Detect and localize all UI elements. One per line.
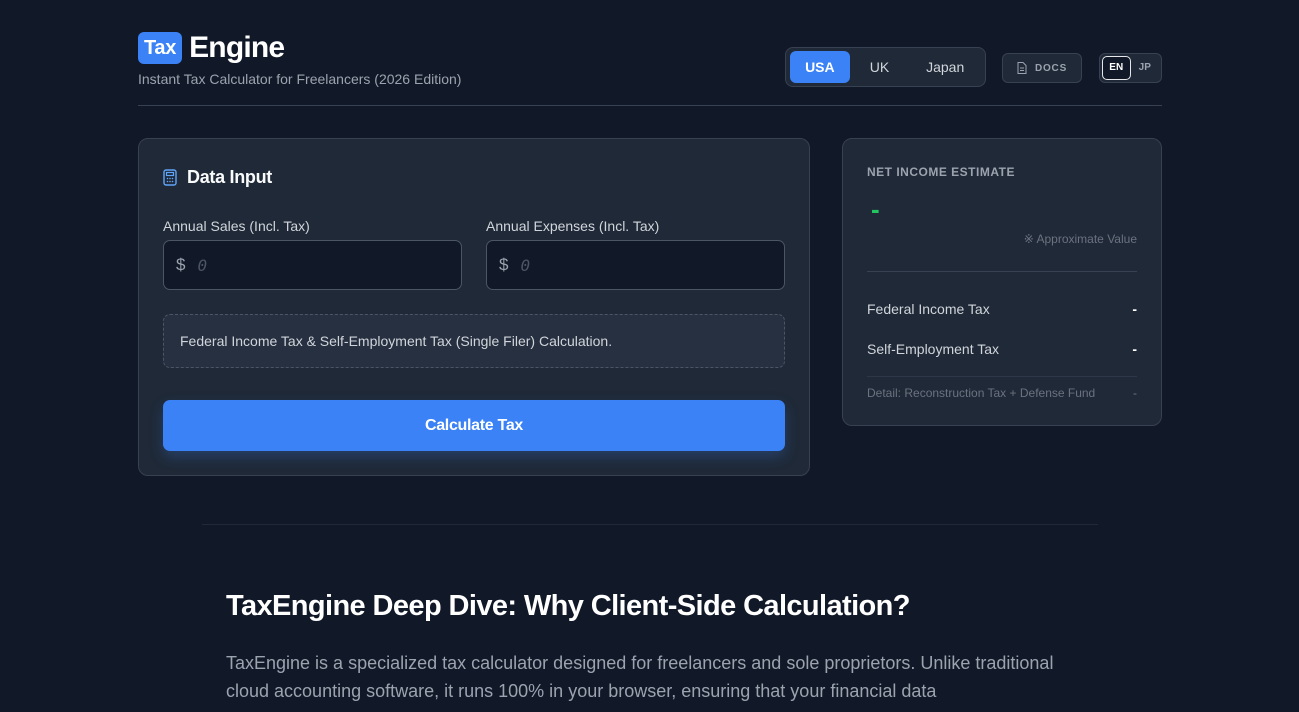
language-jp-button[interactable]: JP [1131, 56, 1159, 80]
header: Tax Engine Instant Tax Calculator for Fr… [138, 0, 1162, 106]
expenses-label: Annual Expenses (Incl. Tax) [486, 218, 660, 234]
detail-value: - [1133, 386, 1137, 400]
result-divider [867, 271, 1137, 272]
language-en-button[interactable]: EN [1102, 56, 1131, 80]
self-employment-tax-value: - [1132, 341, 1137, 357]
sales-label: Annual Sales (Incl. Tax) [163, 218, 310, 234]
calculator-icon [163, 169, 177, 186]
article-body: TaxEngine is a specialized tax calculato… [226, 653, 1054, 701]
data-input-card: Data Input Annual Sales (Incl. Tax) Annu… [138, 138, 810, 476]
country-uk-button[interactable]: UK [850, 51, 910, 83]
calculation-note: Federal Income Tax & Self-Employment Tax… [163, 314, 785, 368]
sales-input[interactable] [195, 254, 440, 276]
calculate-tax-button[interactable]: Calculate Tax [163, 400, 785, 451]
self-employment-tax-label: Self-Employment Tax [867, 341, 1000, 357]
language-selector: EN JP [1099, 53, 1162, 83]
expenses-currency-symbol: $ [499, 255, 509, 274]
sales-field: $ [163, 240, 462, 290]
country-usa-button[interactable]: USA [790, 51, 850, 83]
detail-row: Detail: Reconstruction Tax + Defense Fun… [867, 386, 1137, 400]
federal-income-tax-row: Federal Income Tax - [867, 301, 1137, 317]
docs-button[interactable]: DOCS [1002, 53, 1082, 83]
sales-currency-symbol: $ [176, 255, 186, 274]
approximate-value-note: ※ Approximate Value [1023, 232, 1137, 246]
card-title-text: Data Input [187, 167, 272, 187]
country-japan-button[interactable]: Japan [909, 51, 981, 83]
brand-badge: Tax [138, 32, 183, 64]
net-income-value: - [871, 194, 880, 224]
section-divider [202, 524, 1098, 525]
net-income-card: NET INCOME ESTIMATE - ※ Approximate Valu… [842, 138, 1162, 426]
detail-divider [867, 376, 1137, 377]
docs-label: DOCS [1034, 62, 1068, 74]
data-input-title: Data Input [163, 167, 272, 188]
federal-income-tax-value: - [1132, 301, 1137, 317]
page-container: Tax Engine Instant Tax Calculator for Fr… [138, 0, 1162, 476]
federal-income-tax-label: Federal Income Tax [867, 301, 990, 317]
article-title: TaxEngine Deep Dive: Why Client-Side Cal… [226, 590, 910, 622]
expenses-field: $ [486, 240, 785, 290]
net-income-heading: NET INCOME ESTIMATE [867, 165, 1015, 179]
document-icon [1017, 62, 1027, 74]
brand-name: Engine [189, 31, 285, 64]
expenses-input[interactable] [518, 254, 763, 276]
country-selector: USA UK Japan [785, 47, 986, 87]
self-employment-tax-row: Self-Employment Tax - [867, 341, 1137, 357]
page-subtitle: Instant Tax Calculator for Freelancers (… [138, 71, 462, 87]
detail-label: Detail: Reconstruction Tax + Defense Fun… [867, 386, 1096, 400]
brand-logo[interactable]: Tax Engine [138, 31, 285, 65]
